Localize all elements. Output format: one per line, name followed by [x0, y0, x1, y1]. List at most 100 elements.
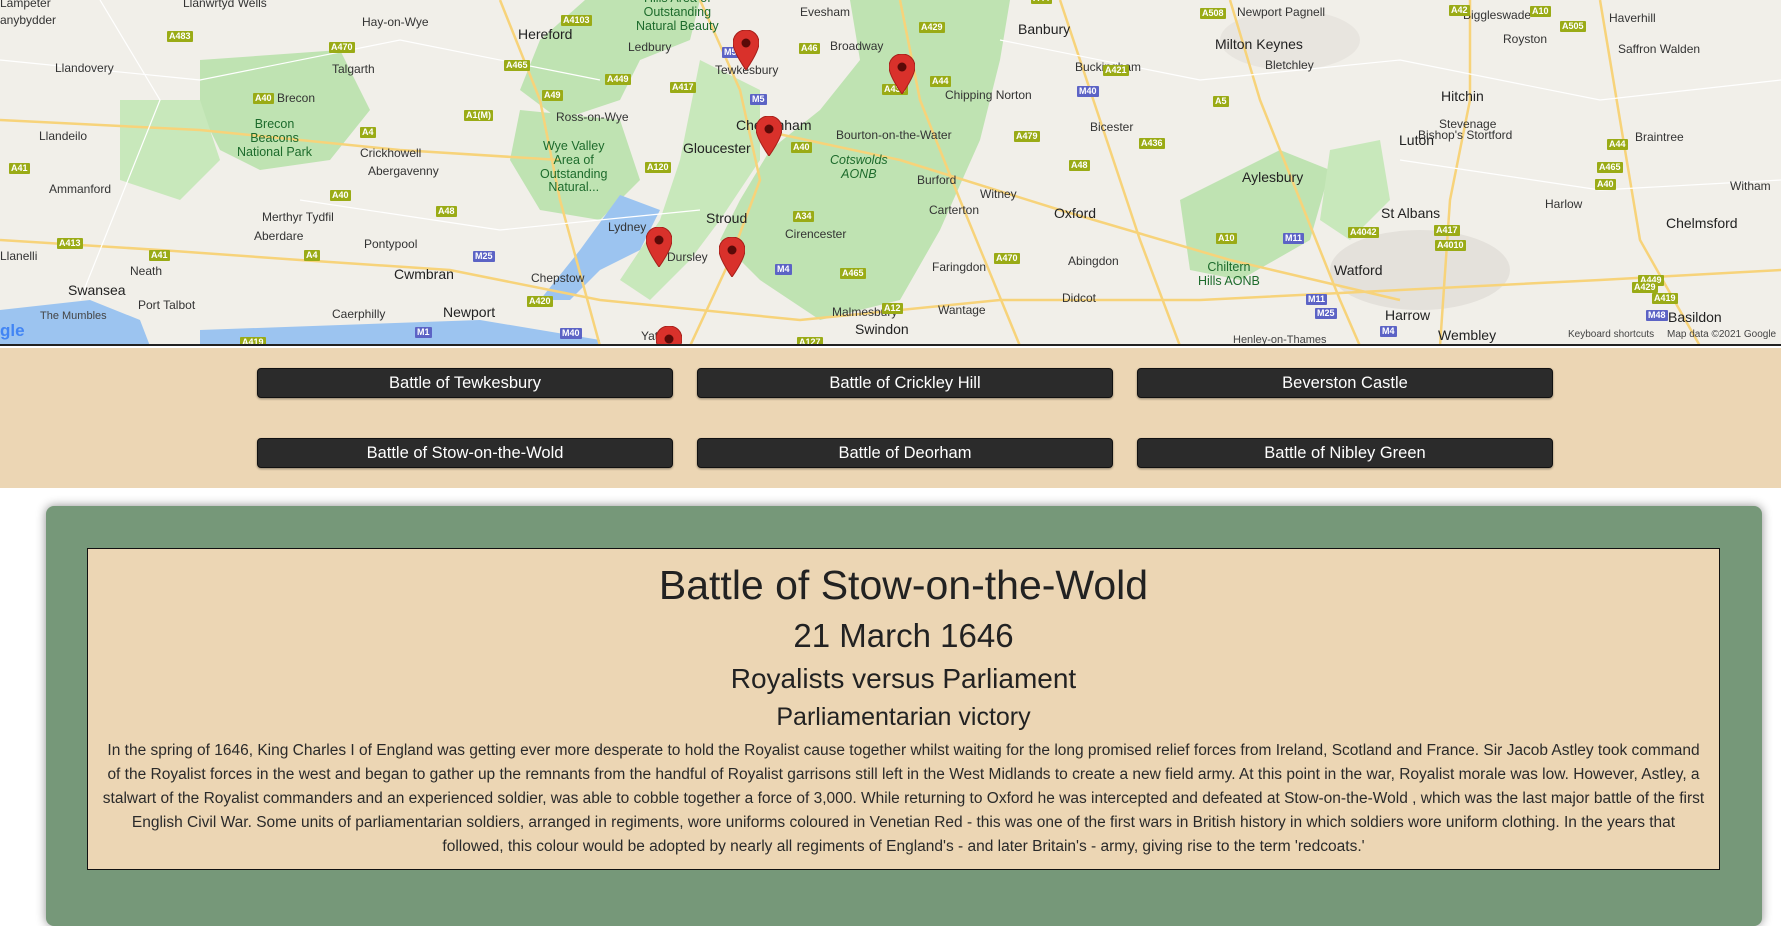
map-place-label: Witham	[1730, 179, 1771, 193]
map-place-label: Dursley	[667, 250, 708, 264]
road-shield: A413	[57, 238, 83, 249]
road-shield: A436	[1139, 138, 1165, 149]
map-place-label: Aylesbury	[1242, 169, 1304, 185]
battle-tewkesbury-button[interactable]: Battle of Tewkesbury	[257, 368, 673, 398]
map-park-label: Wye Valley Area of Outstanding Natural...	[540, 139, 608, 195]
map-place-label: Royston	[1503, 32, 1548, 46]
map-place-label: Banbury	[1018, 21, 1071, 37]
map-place-label: Lampeter	[0, 0, 51, 10]
road-shield: A49	[542, 90, 563, 101]
road-shield: A12	[882, 303, 903, 314]
road-shield: A449	[605, 74, 631, 85]
map-data-credit[interactable]: Map data ©2021 Google	[1667, 329, 1776, 340]
map-place-label: Ammanford	[49, 182, 112, 196]
map-place-label: Llandeilo	[39, 129, 88, 143]
google-logo[interactable]: gle	[0, 321, 25, 341]
road-shield: A34	[793, 211, 814, 222]
road-shield: A483	[167, 31, 193, 42]
map-base	[0, 0, 1781, 344]
map-place-label: Hereford	[518, 26, 573, 42]
map-place-label: Braintree	[1635, 130, 1684, 144]
marker-deorham[interactable]	[656, 326, 682, 346]
marker-tewkesbury[interactable]	[733, 30, 759, 70]
road-shield: A10	[1216, 233, 1237, 244]
beverston-castle-button[interactable]: Beverston Castle	[1137, 368, 1553, 398]
road-shield: A1(M)	[464, 110, 493, 121]
keyboard-shortcuts-link[interactable]: Keyboard shortcuts	[1568, 329, 1654, 340]
battle-button-area: Battle of Tewkesbury Battle of Crickley …	[0, 348, 1781, 488]
battle-crickley-hill-button[interactable]: Battle of Crickley Hill	[697, 368, 1113, 398]
road-shield: A44	[930, 76, 951, 87]
map-park-label: Chiltern Hills AONB	[1198, 260, 1260, 288]
map-place-label: Swindon	[855, 321, 909, 337]
battle-info-card: Battle of Stow-on-the-Wold 21 March 1646…	[87, 548, 1720, 870]
map-place-label: Haverhill	[1609, 11, 1656, 25]
battle-description: In the spring of 1646, King Charles I of…	[102, 742, 1705, 855]
map-place-label: Swansea	[68, 282, 126, 298]
road-shield: A470	[329, 42, 355, 53]
marker-nibley-green[interactable]	[646, 227, 672, 267]
map-place-label: Llandovery	[55, 61, 114, 75]
map-place-label: Faringdon	[932, 260, 987, 274]
map-place-label: Llanwrtyd Wells	[183, 0, 267, 10]
map-place-label: Abingdon	[1068, 254, 1119, 268]
map-place-label: Hay-on-Wye	[362, 15, 429, 29]
marker-beverston-castle[interactable]	[719, 237, 745, 277]
road-shield: A4103	[561, 15, 592, 26]
battle-stow-on-the-wold-button[interactable]: Battle of Stow-on-the-Wold	[257, 438, 673, 468]
map[interactable]: Lampeter Llanwrtyd Wells Hay-on-Wye Herefor…	[0, 0, 1781, 346]
marker-crickley-hill[interactable]	[756, 116, 782, 156]
map-place-label: Chepstow	[531, 271, 585, 285]
map-place-label: Luton	[1399, 132, 1435, 148]
map-place-label: Neath	[130, 264, 163, 278]
map-place-label: Newport Pagnell	[1237, 5, 1326, 19]
map-place-label: Watford	[1334, 262, 1383, 278]
road-shield: A10	[1530, 6, 1551, 17]
map-place-label: Basildon	[1668, 309, 1722, 325]
map-place-label: Biggleswade	[1463, 8, 1532, 22]
map-place-label: Abergavenny	[368, 164, 439, 178]
road-shield: A465	[1597, 162, 1623, 173]
road-shield: A48	[436, 206, 457, 217]
map-park-label: Hills Area ofOutstandingNatural Beauty	[636, 0, 719, 33]
road-shield: A48	[1069, 160, 1090, 171]
road-shield: A40	[1595, 179, 1616, 190]
road-shield: M40	[1077, 86, 1099, 97]
battle-deorham-button[interactable]: Battle of Deorham	[697, 438, 1113, 468]
map-place-label: Newport	[443, 304, 496, 320]
map-place-label: Witney	[980, 187, 1017, 201]
road-shield: M40	[560, 328, 582, 339]
road-shield: A419	[1652, 293, 1678, 304]
marker-broadway[interactable]	[889, 54, 915, 94]
road-shield: A46	[799, 43, 820, 54]
road-shield: A470	[994, 253, 1020, 264]
road-shield: M5	[750, 94, 767, 105]
map-place-label: Ledbury	[628, 40, 672, 54]
map-place-label: Port Talbot	[138, 298, 196, 312]
map-place-label: Saffron Walden	[1618, 42, 1701, 56]
road-shield: A40	[330, 190, 351, 201]
map-place-label: Wantage	[938, 303, 986, 317]
battle-nibley-green-button[interactable]: Battle of Nibley Green	[1137, 438, 1553, 468]
map-place-label: Hitchin	[1441, 88, 1484, 104]
map-place-label: Carterton	[929, 203, 980, 217]
road-shield: A40	[253, 93, 274, 104]
road-shield: A465	[840, 268, 866, 279]
map-place-label: Aberdare	[254, 229, 304, 243]
road-shield: A508	[1200, 8, 1226, 19]
road-shield: A42	[1449, 5, 1470, 16]
road-shield: M25	[473, 251, 495, 262]
map-place-label: Milton Keynes	[1215, 36, 1303, 52]
map-place-label: Lydney	[608, 220, 647, 234]
battle-result: Parliamentarian victory	[776, 703, 1031, 731]
road-shield: M1	[415, 327, 432, 338]
road-shield: A421	[1103, 65, 1129, 76]
road-shield: A120	[645, 162, 671, 173]
map-place-label: Harlow	[1545, 197, 1583, 211]
road-shield: A4	[360, 127, 376, 138]
map-place-label: Oxford	[1054, 205, 1097, 221]
road-shield: A465	[504, 60, 530, 71]
map-place-label: Caerphilly	[332, 307, 386, 321]
road-shield: A40	[791, 142, 812, 153]
map-place-label: The Mumbles	[40, 310, 107, 322]
